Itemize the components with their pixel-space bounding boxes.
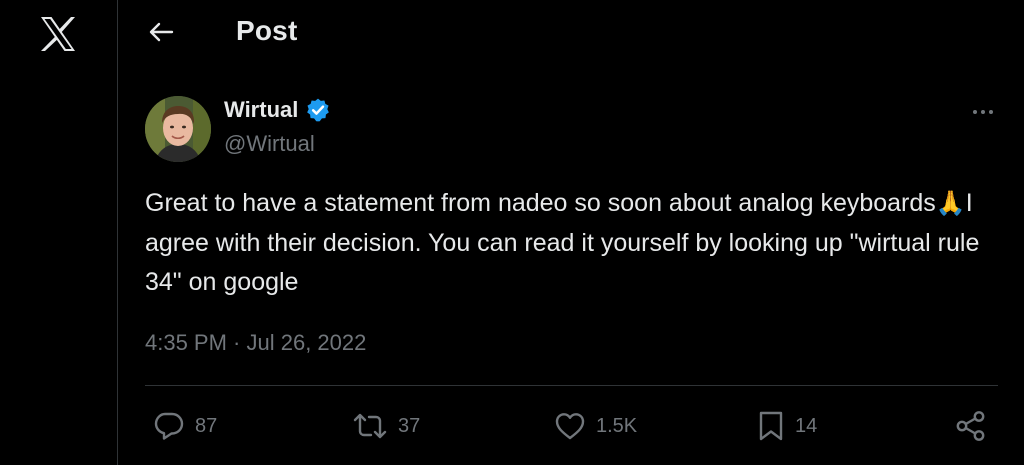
- display-name[interactable]: Wirtual: [224, 97, 298, 123]
- user-handle[interactable]: @Wirtual: [224, 131, 315, 157]
- like-count: 1.5K: [596, 414, 638, 437]
- tweet-text-part1: Great to have a statement from nadeo so …: [145, 189, 936, 217]
- more-dot-icon: [973, 110, 977, 114]
- avatar[interactable]: [145, 96, 211, 162]
- bookmark-icon: [759, 411, 783, 441]
- verified-badge-icon: [305, 97, 331, 123]
- tweet-text: Great to have a statement from nadeo so …: [145, 184, 1005, 303]
- share-icon: [956, 411, 985, 441]
- retweet-count: 37: [398, 414, 421, 437]
- back-button[interactable]: [143, 14, 179, 50]
- page-title: Post: [236, 15, 298, 46]
- post-header: Post: [119, 0, 1024, 66]
- left-rail: [0, 0, 118, 465]
- x-logo-icon[interactable]: [38, 14, 78, 54]
- folded-hands-emoji: 🙏: [935, 189, 966, 217]
- like-button[interactable]: 1.5K: [554, 408, 637, 444]
- reply-icon: [154, 412, 184, 440]
- arrow-left-icon: [149, 22, 174, 42]
- author-name-row: Wirtual: [224, 97, 331, 123]
- reply-count: 87: [195, 414, 218, 437]
- heart-icon: [555, 413, 585, 440]
- retweet-icon: [353, 413, 387, 439]
- more-dot-icon: [989, 110, 993, 114]
- reply-button[interactable]: 87: [153, 408, 217, 444]
- bookmark-button[interactable]: 14: [757, 408, 817, 444]
- more-options-button[interactable]: [968, 100, 998, 124]
- bookmark-count: 14: [795, 414, 818, 437]
- tweet-timestamp[interactable]: 4:35 PM · Jul 26, 2022: [145, 330, 366, 356]
- more-dot-icon: [981, 110, 985, 114]
- retweet-button[interactable]: 37: [352, 408, 420, 444]
- share-button[interactable]: [954, 408, 988, 444]
- divider: [145, 385, 998, 386]
